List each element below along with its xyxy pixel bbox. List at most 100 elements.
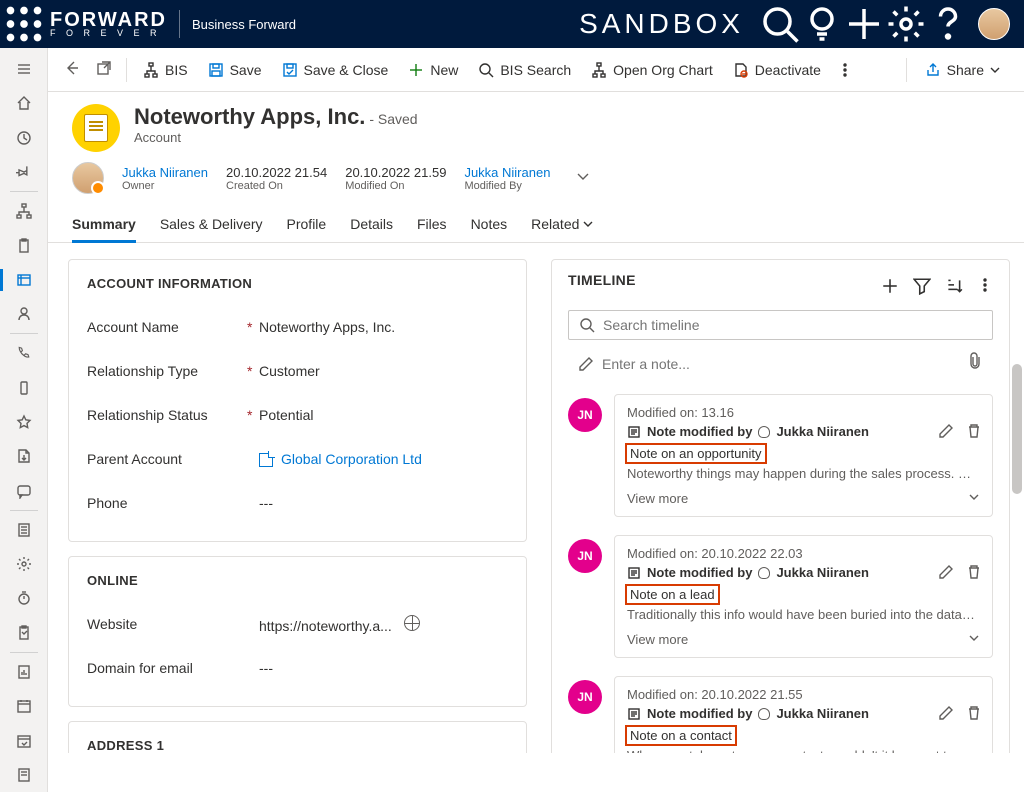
delete-icon[interactable] bbox=[966, 564, 982, 583]
divider bbox=[179, 10, 180, 38]
edit-icon[interactable] bbox=[938, 423, 954, 442]
calendar-icon[interactable] bbox=[0, 689, 48, 723]
modified-on-label: Modified On bbox=[345, 180, 446, 192]
back-button[interactable] bbox=[56, 60, 88, 79]
recent-icon[interactable] bbox=[0, 121, 48, 155]
view-more-link[interactable]: View more bbox=[627, 491, 980, 506]
tab-profile[interactable]: Profile bbox=[287, 208, 327, 242]
settings-nav-icon[interactable] bbox=[0, 547, 48, 581]
delete-icon[interactable] bbox=[966, 705, 982, 724]
accounts-icon[interactable] bbox=[0, 263, 48, 297]
user-avatar[interactable] bbox=[978, 8, 1010, 40]
field-parent-account[interactable]: Parent Account Global Corporation Ltd bbox=[87, 437, 508, 481]
tab-files[interactable]: Files bbox=[417, 208, 447, 242]
sidebar-toggle-icon[interactable] bbox=[0, 52, 48, 86]
header-expand-icon[interactable] bbox=[568, 170, 598, 187]
timeline-item: JN Modified on: 20.10.2022 21.55 Note mo… bbox=[562, 676, 999, 753]
section-heading: ONLINE bbox=[87, 573, 508, 588]
help-icon[interactable] bbox=[928, 0, 968, 48]
bis-search-button[interactable]: BIS Search bbox=[468, 48, 581, 92]
parent-account-link[interactable]: Global Corporation Ltd bbox=[281, 451, 422, 467]
timeline-avatar: JN bbox=[568, 539, 602, 573]
report-icon[interactable] bbox=[0, 655, 48, 689]
edit-icon[interactable] bbox=[938, 705, 954, 724]
calendar-check-icon[interactable] bbox=[0, 723, 48, 757]
field-relationship-status[interactable]: Relationship Status* Potential bbox=[87, 393, 508, 437]
popout-button[interactable] bbox=[88, 60, 120, 79]
record-title: Noteworthy Apps, Inc. bbox=[134, 104, 365, 129]
timeline-search-input[interactable] bbox=[603, 317, 982, 333]
field-website[interactable]: Website https://noteworthy.a... bbox=[87, 602, 508, 646]
field-domain[interactable]: Domain for email --- bbox=[87, 646, 508, 690]
export-icon[interactable] bbox=[0, 439, 48, 473]
chat-icon[interactable] bbox=[0, 473, 48, 507]
org-chart-button[interactable]: Open Org Chart bbox=[581, 48, 723, 92]
tab-notes[interactable]: Notes bbox=[471, 208, 508, 242]
app-launcher-icon[interactable] bbox=[6, 6, 42, 42]
field-phone[interactable]: Phone --- bbox=[87, 481, 508, 525]
settings-icon[interactable] bbox=[886, 0, 926, 48]
timeline-card[interactable]: Modified on: 13.16 Note modified by Jukk… bbox=[614, 394, 993, 517]
device-icon[interactable] bbox=[0, 371, 48, 405]
timeline-sort-icon[interactable] bbox=[945, 277, 963, 298]
star-icon[interactable] bbox=[0, 405, 48, 439]
new-button[interactable]: New bbox=[398, 48, 468, 92]
list2-icon[interactable] bbox=[0, 758, 48, 792]
timeline-avatar: JN bbox=[568, 680, 602, 714]
bis-button[interactable]: BIS bbox=[133, 48, 198, 92]
edit-icon[interactable] bbox=[938, 564, 954, 583]
online-section: ONLINE Website https://noteworthy.a... D… bbox=[68, 556, 527, 707]
home-icon[interactable] bbox=[0, 86, 48, 120]
timeline-note-entry[interactable] bbox=[568, 346, 993, 382]
note-title: Note on a lead bbox=[627, 586, 718, 603]
timeline-item: JN Modified on: 20.10.2022 22.03 Note mo… bbox=[562, 535, 999, 658]
search-icon[interactable] bbox=[760, 0, 800, 48]
share-button[interactable]: Share bbox=[913, 62, 1012, 78]
note-preview: When you take notes on a contact, wouldn… bbox=[627, 748, 980, 753]
owner-avatar[interactable] bbox=[72, 162, 104, 194]
form-tabs: Summary Sales & Delivery Profile Details… bbox=[48, 194, 1024, 243]
timeline-add-icon[interactable] bbox=[881, 277, 899, 298]
contacts-icon[interactable] bbox=[0, 297, 48, 331]
timeline-filter-icon[interactable] bbox=[913, 277, 931, 298]
address-section: ADDRESS 1 bbox=[68, 721, 527, 753]
phone-icon[interactable] bbox=[0, 336, 48, 370]
person-icon bbox=[758, 708, 770, 720]
brand-small: F O R E V E R bbox=[50, 29, 167, 37]
field-relationship-type[interactable]: Relationship Type* Customer bbox=[87, 349, 508, 393]
timer-icon[interactable] bbox=[0, 581, 48, 615]
view-more-link[interactable]: View more bbox=[627, 632, 980, 647]
timeline-search[interactable] bbox=[568, 310, 993, 340]
save-button[interactable]: Save bbox=[198, 48, 272, 92]
modified-by-link[interactable]: Jukka Niiranen bbox=[464, 165, 550, 180]
field-account-name[interactable]: Account Name* Noteworthy Apps, Inc. bbox=[87, 305, 508, 349]
section-heading: ACCOUNT INFORMATION bbox=[87, 276, 508, 291]
tab-summary[interactable]: Summary bbox=[72, 208, 136, 242]
deactivate-button[interactable]: Deactivate bbox=[723, 48, 831, 92]
timeline-card[interactable]: Modified on: 20.10.2022 22.03 Note modif… bbox=[614, 535, 993, 658]
clipboard2-icon[interactable] bbox=[0, 616, 48, 650]
add-icon[interactable] bbox=[844, 0, 884, 48]
tab-details[interactable]: Details bbox=[350, 208, 393, 242]
save-close-button[interactable]: Save & Close bbox=[272, 48, 399, 92]
attachment-icon[interactable] bbox=[967, 352, 983, 375]
tab-related[interactable]: Related bbox=[531, 208, 593, 242]
timeline-modified: Modified on: 20.10.2022 21.55 bbox=[627, 687, 980, 702]
list-icon[interactable] bbox=[0, 513, 48, 547]
sidebar bbox=[0, 48, 48, 792]
lightbulb-icon[interactable] bbox=[802, 0, 842, 48]
owner-link[interactable]: Jukka Niiranen bbox=[122, 165, 208, 180]
note-preview: Traditionally this info would have been … bbox=[627, 607, 980, 622]
clipboard-icon[interactable] bbox=[0, 228, 48, 262]
timeline-more-icon[interactable] bbox=[977, 277, 993, 298]
scrollbar[interactable] bbox=[1012, 364, 1022, 494]
pinned-icon[interactable] bbox=[0, 155, 48, 189]
delete-icon[interactable] bbox=[966, 423, 982, 442]
timeline-note-input[interactable] bbox=[602, 356, 967, 372]
sitemap-icon[interactable] bbox=[0, 194, 48, 228]
overflow-button[interactable] bbox=[831, 48, 859, 92]
tab-sales-delivery[interactable]: Sales & Delivery bbox=[160, 208, 263, 242]
note-preview: Noteworthy things may happen during the … bbox=[627, 466, 980, 481]
globe-icon[interactable] bbox=[404, 615, 420, 631]
timeline-card[interactable]: Modified on: 20.10.2022 21.55 Note modif… bbox=[614, 676, 993, 753]
